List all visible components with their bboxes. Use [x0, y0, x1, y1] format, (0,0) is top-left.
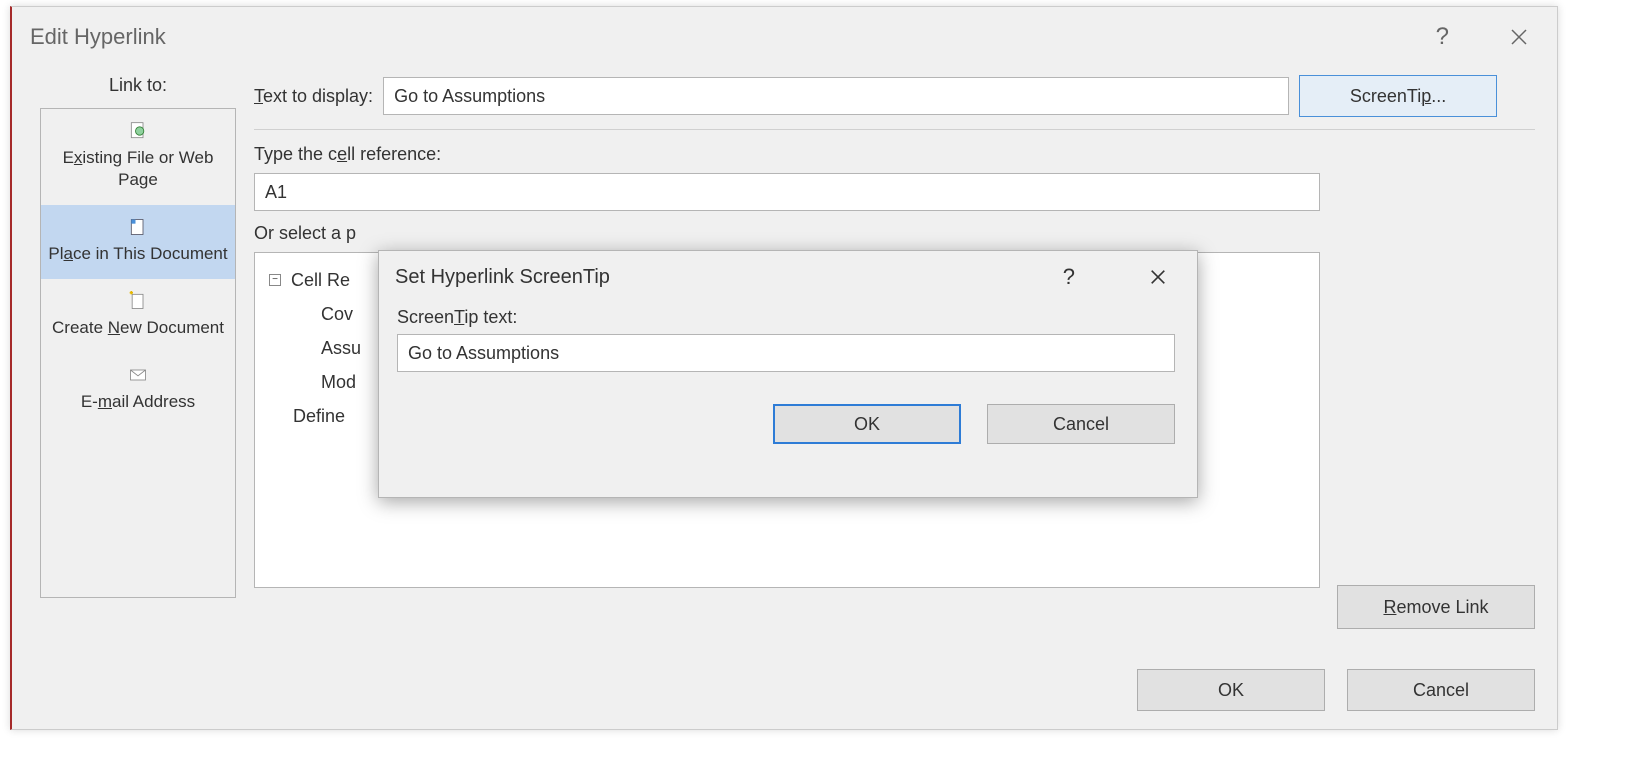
- new-document-icon: [126, 289, 150, 313]
- cancel-button[interactable]: Cancel: [987, 404, 1175, 444]
- ok-button[interactable]: OK: [1137, 669, 1325, 711]
- screentip-text-label: ScreenTip text:: [397, 307, 1175, 328]
- screentip-dialog: Set Hyperlink ScreenTip ? ScreenTip text…: [378, 250, 1198, 498]
- link-to-place-in-doc[interactable]: Place in This Document: [41, 205, 235, 279]
- cell-reference-input[interactable]: [254, 173, 1320, 211]
- or-select-label: Or select a p: [254, 223, 1535, 244]
- text-to-display-input[interactable]: [383, 77, 1289, 115]
- document-place-icon: [126, 215, 150, 239]
- link-to-existing-file[interactable]: Existing File or Web Page: [41, 109, 235, 205]
- tree-label: Define: [293, 406, 345, 427]
- link-to-item-label: E-mail Address: [81, 391, 195, 413]
- link-to-item-label: Place in This Document: [48, 243, 227, 265]
- link-to-column: Link to: Existing File or Web Page Place…: [40, 75, 236, 598]
- text-to-display-label: Text to display:: [254, 86, 373, 107]
- divider: [254, 129, 1535, 130]
- globe-file-icon: [126, 119, 150, 143]
- titlebar-controls: ?: [1426, 19, 1539, 55]
- subdialog-controls: ?: [1053, 260, 1177, 294]
- link-to-label: Link to:: [109, 75, 167, 96]
- link-to-create-new[interactable]: Create New Document: [41, 279, 235, 353]
- collapse-icon[interactable]: −: [269, 274, 281, 286]
- tree-label: Mod: [321, 372, 356, 393]
- dialog-footer: OK Cancel: [1137, 669, 1535, 711]
- link-to-list: Existing File or Web Page Place in This …: [40, 108, 236, 598]
- subdialog-title: Set Hyperlink ScreenTip: [395, 266, 610, 289]
- close-icon[interactable]: [1139, 264, 1177, 290]
- subdialog-titlebar: Set Hyperlink ScreenTip ?: [379, 251, 1197, 303]
- tree-label: Assu: [321, 338, 361, 359]
- link-to-item-label: Create New Document: [52, 317, 224, 339]
- screentip-button[interactable]: ScreenTip...: [1299, 75, 1497, 117]
- email-icon: [126, 363, 150, 387]
- help-icon[interactable]: ?: [1426, 19, 1459, 55]
- dialog-titlebar: Edit Hyperlink ?: [12, 7, 1557, 67]
- text-to-display-row: Text to display: ScreenTip...: [254, 75, 1535, 117]
- close-icon[interactable]: [1499, 23, 1539, 51]
- ok-button[interactable]: OK: [773, 404, 961, 444]
- cancel-button[interactable]: Cancel: [1347, 669, 1535, 711]
- tree-label: Cov: [321, 304, 353, 325]
- tree-label: Cell Re: [291, 270, 350, 291]
- link-to-item-label: Existing File or Web Page: [47, 147, 229, 191]
- help-icon[interactable]: ?: [1053, 260, 1085, 294]
- cell-ref-label: Type the cell reference:: [254, 144, 1535, 165]
- remove-link-button[interactable]: Remove Link: [1337, 585, 1535, 629]
- dialog-title: Edit Hyperlink: [30, 24, 166, 50]
- screentip-text-input[interactable]: [397, 334, 1175, 372]
- subdialog-body: ScreenTip text:: [379, 303, 1197, 382]
- link-to-email[interactable]: E-mail Address: [41, 353, 235, 427]
- subdialog-footer: OK Cancel: [379, 382, 1197, 444]
